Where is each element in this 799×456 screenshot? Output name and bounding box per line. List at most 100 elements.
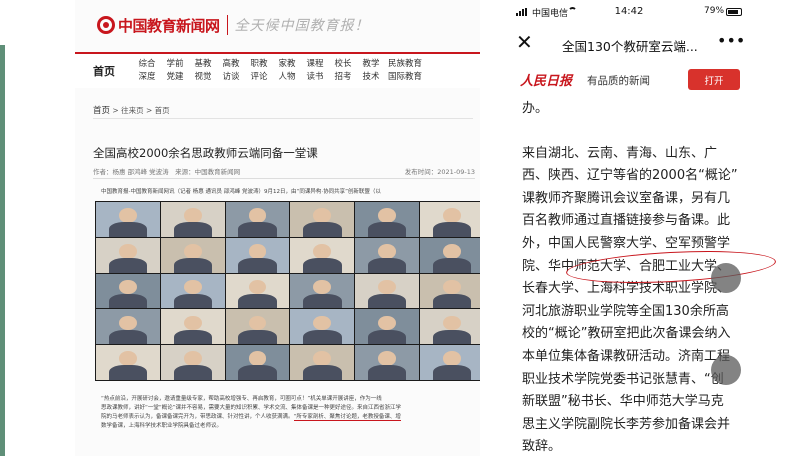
nav-item[interactable]: 读书	[306, 71, 323, 84]
app-banner: 人民日报 有品质的新闻 打开	[502, 64, 756, 94]
divider	[93, 118, 473, 119]
divider	[93, 178, 475, 179]
participant-tile	[290, 345, 355, 380]
site-slogan: 全天候中国教育报！	[234, 18, 370, 34]
nav-item[interactable]: 教学	[362, 58, 379, 71]
nav-item[interactable]: 职教	[250, 58, 267, 71]
site-logo-text: 中国教育新闻网	[118, 16, 220, 35]
article-line: 致辞。	[522, 439, 562, 455]
article-line: 新联盟”秘书长、华中师范大学马克	[522, 394, 724, 410]
article-line: 河北旅游职业学院等全国130余所高	[522, 303, 729, 319]
app-bar-title: 全国130个教研室云端...	[562, 39, 698, 54]
nav-item[interactable]: 访谈	[222, 71, 239, 84]
participant-tile	[355, 309, 420, 345]
participant-tile	[96, 309, 160, 345]
nav-col-9: 教学 技术	[357, 58, 385, 84]
logo-mark-icon	[97, 16, 115, 34]
article-meta: 作者：杨惠 邵鸿峰 党波涛 来源：中国教育新闻网 发布时间：2021-09-13	[93, 166, 475, 176]
participant-tile	[420, 237, 480, 273]
breadcrumb-home[interactable]: 首页	[93, 106, 110, 116]
mobile-article-screenshot: 中国电信 14:42 79% ✕ 全国130个教研室云端... ••• 人民日报…	[502, 0, 756, 456]
battery-percent: 79%	[704, 6, 725, 16]
nav-item[interactable]: 深度	[138, 71, 155, 84]
news-webpage-screenshot: 中国教育新闻网 全天候中国教育报！ 首页 综合 深度 学前 党建 基教 视觉 高教 访谈…	[75, 0, 480, 456]
participant-tile	[96, 345, 160, 380]
participant-tile	[160, 237, 225, 273]
participant-tile	[290, 202, 355, 237]
nav-item[interactable]: 学前	[166, 58, 183, 71]
participant-tile	[160, 202, 225, 237]
status-bar: 中国电信 14:42 79%	[502, 0, 756, 24]
nav-item[interactable]: 校长	[334, 58, 351, 71]
article-paragraph: 办。	[522, 101, 549, 116]
logo-divider	[226, 15, 228, 35]
nav-col-4: 高教 访谈	[217, 58, 245, 84]
site-nav: 首页 综合 深度 学前 党建 基教 视觉 高教 访谈 职教 评论 家教 人物 课程 读书 校长…	[75, 52, 480, 88]
floating-action-button[interactable]	[711, 355, 741, 385]
nav-item[interactable]: 招考	[334, 71, 351, 84]
participant-tile	[225, 345, 290, 380]
participant-tile	[96, 237, 160, 273]
participant-tile	[225, 309, 290, 345]
video-conference-grid	[95, 201, 480, 381]
nav-col-2: 学前 党建	[161, 58, 189, 84]
nav-home[interactable]: 首页	[75, 63, 133, 79]
article-caption: “热点前沿，开展研讨会，邀请重量级专家，帮助高校增强专、再启教育，可圈可点！”机…	[101, 395, 473, 431]
caption-line: 思政课教师，讲好“一堂“概论”课并不容易，需要大量的知识积累、学术交流、集体备课…	[101, 405, 402, 411]
close-icon[interactable]: ✕	[516, 32, 533, 52]
article-line: 西、陕西、辽宁等省的2000名“概论”	[522, 168, 738, 184]
nav-col-3: 基教 视觉	[189, 58, 217, 84]
participant-tile	[160, 309, 225, 345]
participant-tile	[225, 237, 290, 273]
article-line: 课教师齐聚腾讯会议室备课，另有几	[522, 190, 731, 206]
caption-line: “热点前沿，开展研讨会，邀请重量级专家，帮助高校增强专、再启教育，可圈可点！”机…	[101, 396, 382, 402]
participant-tile	[160, 273, 225, 309]
nav-col-6: 家教 人物	[273, 58, 301, 84]
floating-action-button[interactable]	[711, 263, 741, 293]
underlined-text: “所专家剖析、聚焦讨论题，老教授备课、增	[293, 414, 401, 421]
article-line: 百名教师通过直播链接参与备课。此	[522, 213, 731, 229]
nav-item[interactable]: 家教	[278, 58, 295, 71]
article-paragraph: 来自湖北、云南、青海、山东、广 西、陕西、辽宁等省的2000名“概论” 课教师齐…	[522, 143, 746, 456]
participant-tile	[290, 273, 355, 309]
participant-tile	[355, 202, 420, 237]
nav-item[interactable]: 技术	[362, 71, 379, 84]
participant-tile	[290, 237, 355, 273]
participant-tile	[355, 273, 420, 309]
caption-line: 数学备课，上海科学技术职业学院具备过老师议。	[101, 423, 223, 429]
participant-tile	[225, 202, 290, 237]
nav-item[interactable]: 综合	[138, 58, 155, 71]
battery-icon	[726, 8, 742, 16]
participant-tile	[420, 273, 480, 309]
nav-item[interactable]: 课程	[306, 58, 323, 71]
participant-tile	[420, 309, 480, 345]
people-daily-logo: 人民日报	[520, 74, 573, 89]
site-logo[interactable]: 中国教育新闻网	[97, 15, 220, 36]
participant-tile	[355, 237, 420, 273]
nav-col-1: 综合 深度	[133, 58, 161, 84]
caption-line-text: 院的马老师表示认为，备课备课完开为，带思政课、针对性讲，个人收获满满。	[101, 414, 294, 420]
breadcrumb-path[interactable]: > 往来页 > 首页	[112, 106, 169, 115]
article-lead: 中国教育报-中国教育新闻网讯（记者 杨惠 通讯员 邵鸿峰 党波涛）9月12日，由…	[101, 189, 381, 195]
article-publish-time: 发布时间：2021-09-13	[404, 168, 475, 176]
open-app-button[interactable]: 打开	[688, 69, 740, 90]
participant-tile	[225, 273, 290, 309]
nav-col-7: 课程 读书	[301, 58, 329, 84]
nav-item[interactable]: 国际教育	[388, 71, 422, 84]
breadcrumb: 首页 > 往来页 > 首页	[93, 104, 170, 116]
nav-item[interactable]: 基教	[194, 58, 211, 71]
nav-col-5: 职教 评论	[245, 58, 273, 84]
nav-item[interactable]: 评论	[250, 71, 267, 84]
nav-item[interactable]: 视觉	[194, 71, 211, 84]
nav-item[interactable]: 党建	[166, 71, 183, 84]
article-line: 校的“概论”教研室把此次备课会纳入	[522, 326, 731, 342]
left-accent-bar	[0, 45, 5, 456]
nav-col-10: 民族教育 国际教育	[385, 58, 425, 84]
nav-item[interactable]: 民族教育	[388, 58, 422, 71]
participant-tile	[420, 345, 480, 380]
nav-item[interactable]: 高教	[222, 58, 239, 71]
site-header: 中国教育新闻网 全天候中国教育报！	[75, 0, 480, 50]
more-icon[interactable]: •••	[717, 31, 745, 50]
nav-item[interactable]: 人物	[278, 71, 295, 84]
participant-tile	[290, 309, 355, 345]
